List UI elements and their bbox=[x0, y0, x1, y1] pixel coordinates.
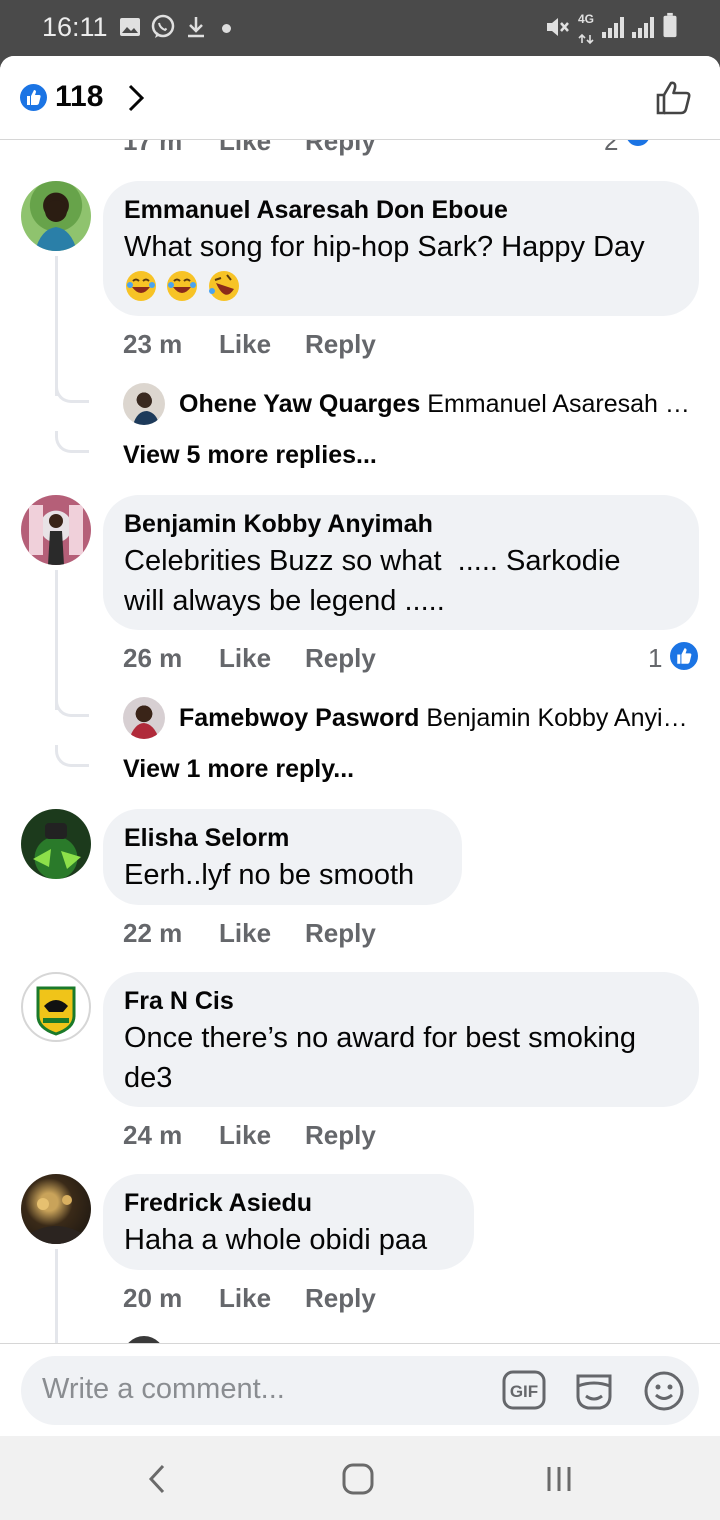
comment-text: Haha a whole obidi paa bbox=[124, 1224, 428, 1256]
view-more-replies[interactable]: View 1 more reply... bbox=[123, 755, 354, 784]
comment-text: Once there’s no award for best smoking bbox=[124, 1022, 637, 1054]
data-arrows-icon bbox=[578, 33, 594, 45]
comment-bubble[interactable]: Elisha Selorm Eerh..lyf no be smooth bbox=[103, 809, 462, 905]
thread-connector bbox=[55, 381, 89, 403]
download-icon bbox=[188, 17, 204, 38]
comment-author[interactable]: Benjamin Kobby Anyimah bbox=[124, 507, 677, 541]
gif-label: GIF bbox=[510, 1382, 538, 1401]
comments-sheet: 118 17 m Like Reply 2 Emmanuel Asaresah … bbox=[0, 56, 720, 1436]
status-bar: 16:11 4G bbox=[0, 0, 720, 56]
avatar[interactable] bbox=[21, 1174, 91, 1244]
home-icon[interactable] bbox=[341, 1462, 375, 1496]
comment-text: Celebrities Buzz so what ..... Sarkodie bbox=[124, 545, 621, 577]
reply-button[interactable]: Reply bbox=[305, 643, 376, 674]
mute-icon bbox=[547, 18, 569, 36]
view-more-replies[interactable]: View 5 more replies... bbox=[123, 441, 377, 470]
comment-actions: 20 m Like Reply bbox=[123, 1283, 423, 1317]
reply-author[interactable]: Ohene Yaw Quarges bbox=[179, 390, 420, 418]
avatar[interactable] bbox=[123, 383, 165, 425]
reactions-header[interactable]: 118 bbox=[0, 56, 720, 140]
like-button[interactable]: Like bbox=[219, 329, 271, 360]
comment-text: de3 bbox=[124, 1062, 173, 1094]
comment-time: 23 m bbox=[123, 329, 183, 359]
like-button[interactable]: Like bbox=[219, 643, 271, 674]
like-button[interactable]: Like bbox=[219, 918, 271, 949]
comment-text: What song for hip-hop Sark? Happy Day bbox=[124, 231, 645, 263]
avatar[interactable] bbox=[21, 972, 91, 1042]
like-reaction-icon bbox=[668, 640, 700, 672]
thread-connector bbox=[55, 431, 89, 453]
thread-connector bbox=[55, 745, 89, 767]
comment-bubble[interactable]: Emmanuel Asaresah Don Eboue What song fo… bbox=[103, 181, 699, 316]
reply-button[interactable]: Reply bbox=[305, 1283, 376, 1314]
comment-author[interactable]: Fra N Cis bbox=[124, 984, 677, 1018]
comment-time: 22 m bbox=[123, 918, 183, 948]
reply-text: Benjamin Kobby Anyi… bbox=[426, 704, 688, 732]
avatar[interactable] bbox=[21, 495, 91, 565]
joy-emoji bbox=[167, 271, 198, 301]
sticker-icon[interactable] bbox=[572, 1370, 616, 1412]
thread-line bbox=[55, 570, 58, 710]
thread-line bbox=[55, 256, 58, 396]
reaction-count: 118 bbox=[55, 80, 104, 113]
reply-author[interactable]: Famebwoy Pasword bbox=[179, 704, 419, 732]
avatar[interactable] bbox=[123, 697, 165, 739]
gallery-icon bbox=[120, 18, 140, 36]
like-button[interactable]: Like bbox=[219, 1120, 271, 1151]
comment-actions: 24 m Like Reply bbox=[123, 1120, 423, 1154]
reply-preview[interactable]: Famebwoy Pasword Benjamin Kobby Anyi… bbox=[179, 704, 689, 733]
reply-button[interactable]: Reply bbox=[305, 329, 376, 360]
signal-icon bbox=[632, 17, 654, 38]
avatar[interactable] bbox=[21, 181, 91, 251]
joy-emoji bbox=[126, 271, 156, 301]
reply-button[interactable]: Reply bbox=[305, 918, 376, 949]
back-icon[interactable] bbox=[146, 1462, 168, 1496]
whatsapp-icon bbox=[151, 14, 175, 38]
signal-icon bbox=[602, 17, 624, 38]
comment-box[interactable]: GIF bbox=[21, 1356, 699, 1425]
comment-time: 26 m bbox=[123, 643, 183, 673]
comment-text: will always be legend ..... bbox=[124, 585, 445, 617]
reply-button[interactable]: Reply bbox=[305, 1120, 376, 1151]
status-time: 16:11 bbox=[42, 12, 108, 42]
battery-icon bbox=[663, 12, 677, 38]
like-outline-icon[interactable] bbox=[654, 78, 694, 118]
comment-bubble[interactable]: Fredrick Asiedu Haha a whole obidi paa bbox=[103, 1174, 474, 1270]
comment-author[interactable]: Elisha Selorm bbox=[124, 821, 440, 855]
4g-icon: 4G bbox=[578, 12, 595, 26]
comment-bubble[interactable]: Fra N Cis Once there’s no award for best… bbox=[103, 972, 699, 1107]
recent-apps-icon[interactable] bbox=[544, 1462, 574, 1496]
chevron-right-icon[interactable] bbox=[126, 82, 146, 114]
comment-composer: GIF bbox=[0, 1343, 720, 1436]
comment-time: 24 m bbox=[123, 1120, 183, 1150]
comment-input[interactable] bbox=[42, 1373, 462, 1406]
comment-author[interactable]: Fredrick Asiedu bbox=[124, 1186, 452, 1220]
reply-preview[interactable]: Ohene Yaw Quarges Emmanuel Asaresah … bbox=[179, 390, 689, 419]
emoji-icon[interactable] bbox=[643, 1370, 685, 1412]
comment-actions: 26 m Like Reply bbox=[123, 643, 423, 677]
comment-actions: 22 m Like Reply bbox=[123, 918, 423, 952]
like-button[interactable]: Like bbox=[219, 1283, 271, 1314]
system-nav-bar bbox=[0, 1436, 720, 1520]
rofl-emoji bbox=[208, 271, 239, 301]
comment-text: Eerh..lyf no be smooth bbox=[124, 859, 415, 891]
emoji-row bbox=[124, 269, 677, 307]
thread-line bbox=[55, 1249, 58, 1349]
reply-text: Emmanuel Asaresah … bbox=[427, 390, 689, 418]
thread-connector bbox=[55, 695, 89, 717]
comment-time: 20 m bbox=[123, 1283, 183, 1313]
like-reaction-icon bbox=[20, 84, 47, 111]
reaction-count[interactable]: 1 bbox=[648, 643, 662, 674]
comment-actions: 23 m Like Reply bbox=[123, 329, 423, 363]
comment-author[interactable]: Emmanuel Asaresah Don Eboue bbox=[124, 193, 677, 227]
gif-icon[interactable]: GIF bbox=[502, 1370, 546, 1410]
comment-bubble[interactable]: Benjamin Kobby Anyimah Celebrities Buzz … bbox=[103, 495, 699, 630]
dot-icon bbox=[222, 24, 231, 33]
avatar[interactable] bbox=[21, 809, 91, 879]
